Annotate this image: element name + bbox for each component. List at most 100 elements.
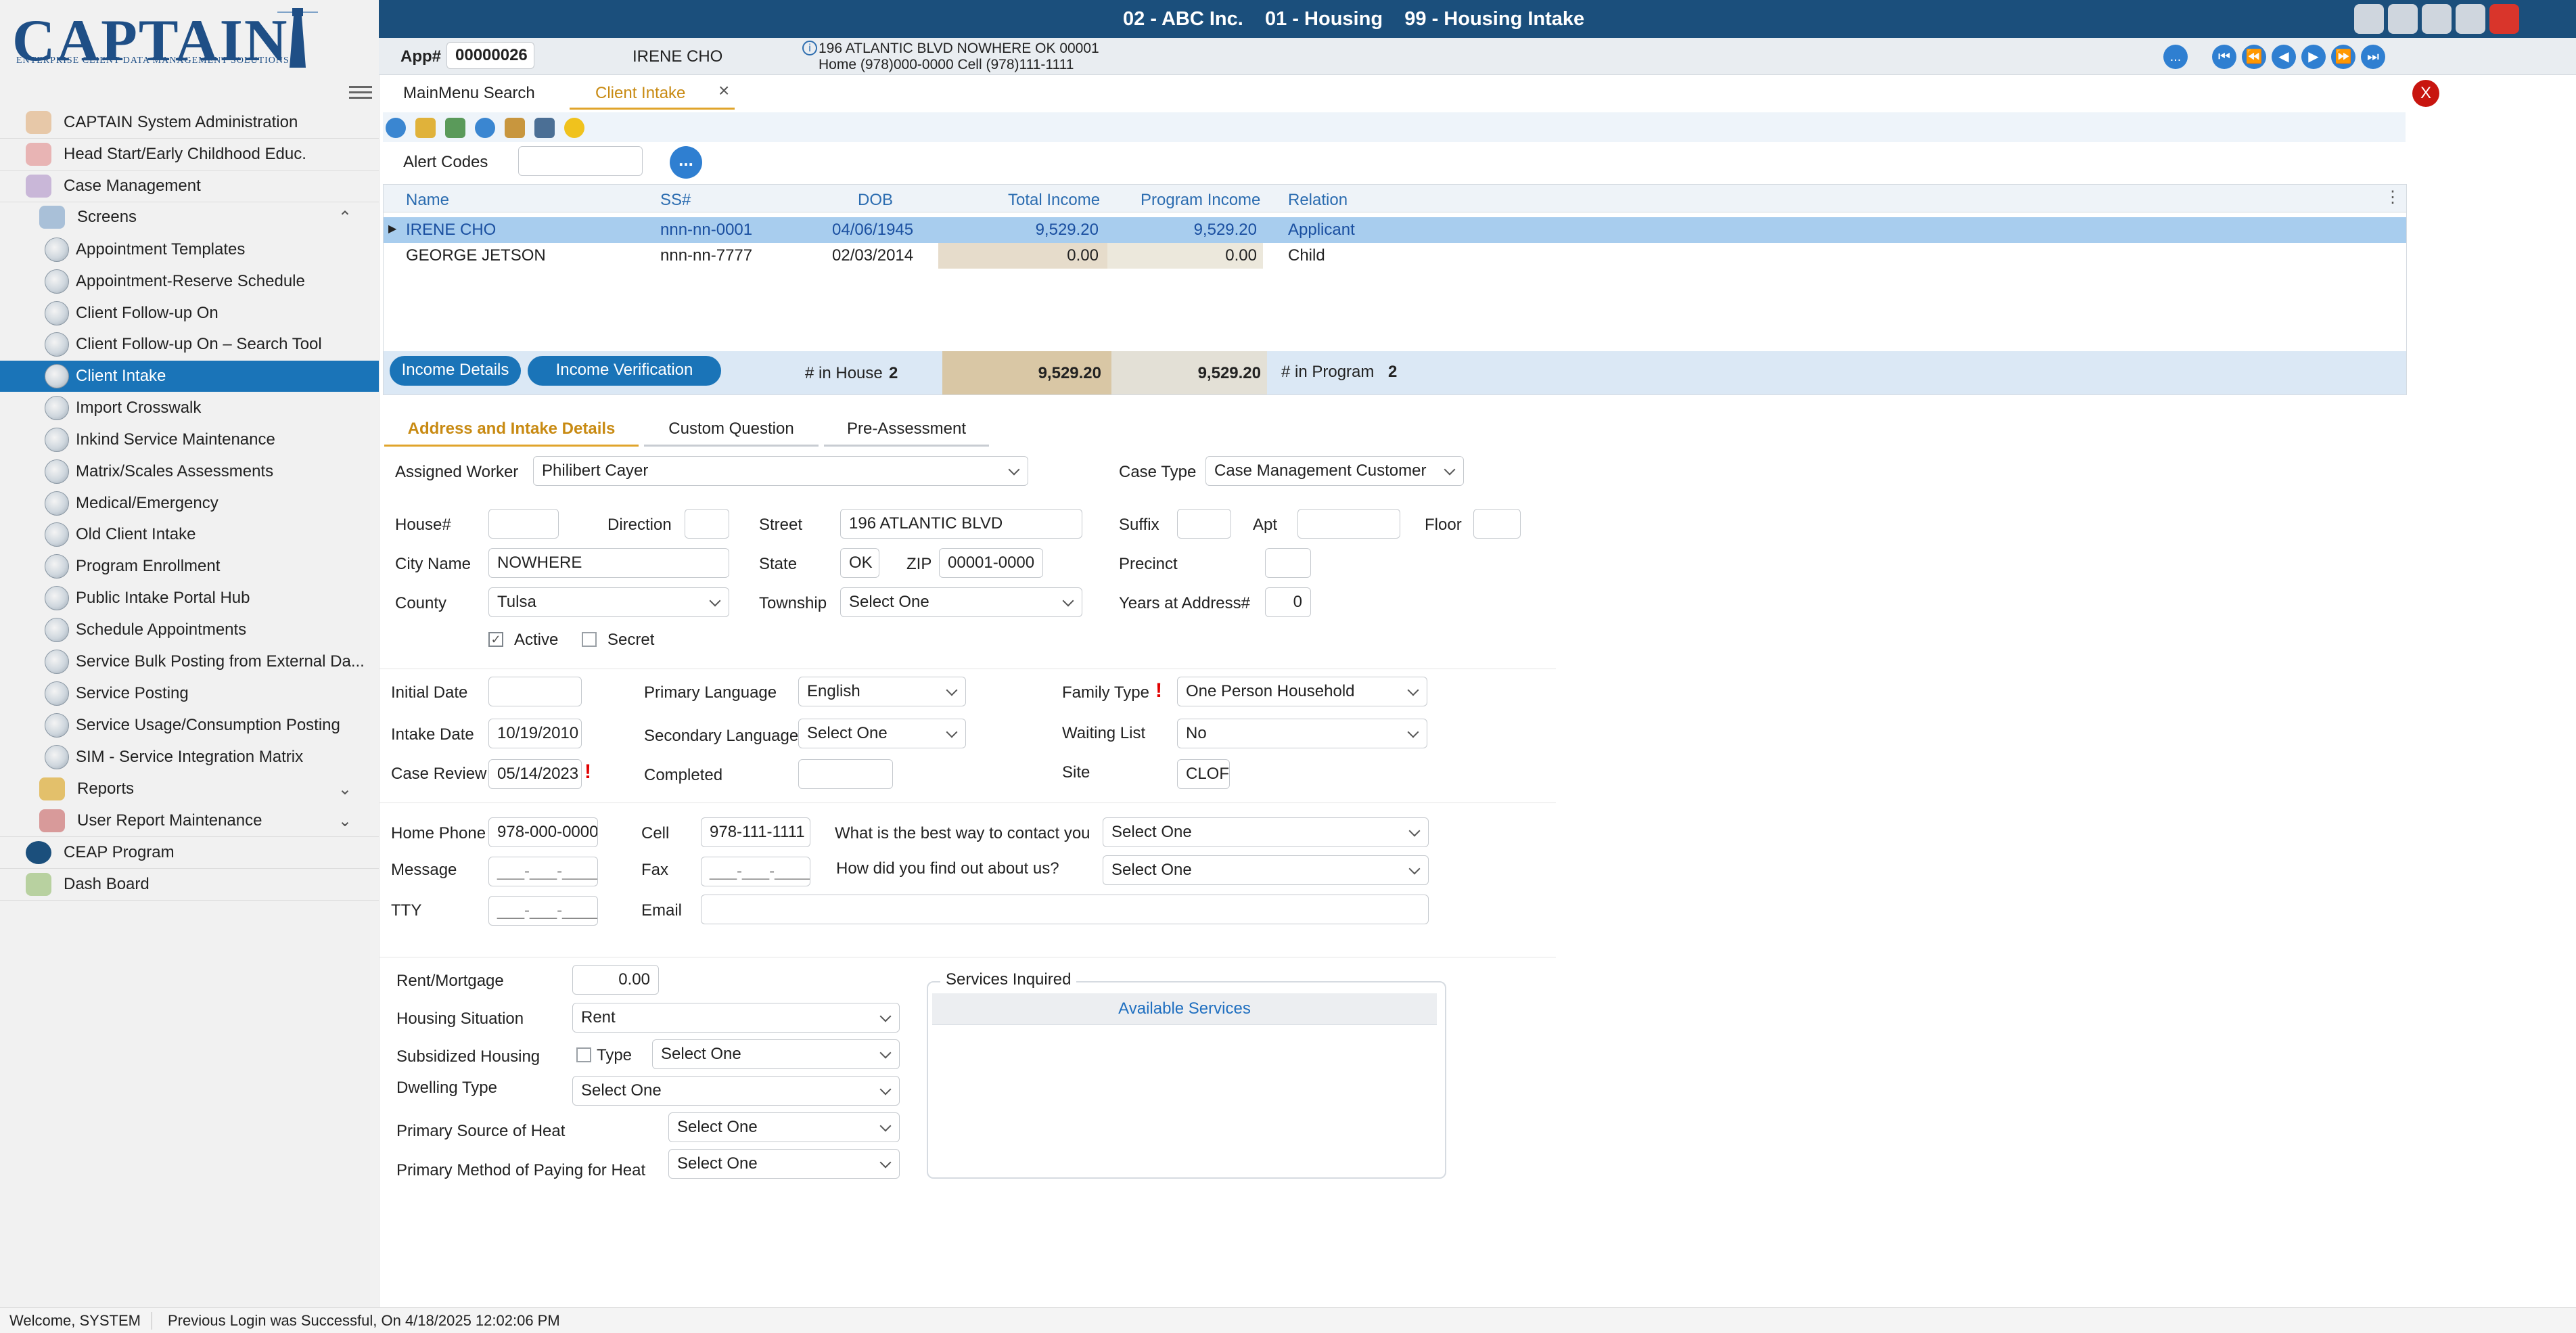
apt-field[interactable] <box>1297 509 1400 539</box>
cell-field[interactable]: 978-111-1111 <box>701 817 810 847</box>
help-icon[interactable] <box>564 118 584 138</box>
street-field[interactable]: 196 ATLANTIC BLVD <box>840 509 1082 539</box>
users-icon[interactable] <box>2456 4 2485 34</box>
grid-header-name[interactable]: Name <box>406 191 449 210</box>
initial-date-field[interactable] <box>488 677 582 706</box>
grid-header-dob[interactable]: DOB <box>858 191 893 210</box>
org-chart-icon[interactable] <box>2354 4 2384 34</box>
sidebar-item-inkind-service[interactable]: Inkind Service Maintenance <box>0 424 379 455</box>
sidebar-item-service-usage[interactable]: Service Usage/Consumption Posting <box>0 710 379 741</box>
chevron-down-icon[interactable]: ⌄ <box>338 811 352 831</box>
sidebar-item-appointment-templates[interactable]: Appointment Templates <box>0 234 379 265</box>
alert-codes-more-button[interactable]: ... <box>670 146 702 179</box>
intake-date-field[interactable]: 10/19/2010 <box>488 719 582 748</box>
direction-field[interactable] <box>685 509 729 539</box>
sidebar-item-head-start[interactable]: Head Start/Early Childhood Educ. <box>0 139 379 171</box>
tab-custom-question[interactable]: Custom Question <box>644 415 819 447</box>
sidebar-item-public-intake-portal[interactable]: Public Intake Portal Hub <box>0 583 379 614</box>
sidebar-item-client-follow-up-search[interactable]: Client Follow-up On – Search Tool <box>0 329 379 360</box>
sidebar-item-service-posting[interactable]: Service Posting <box>0 678 379 709</box>
house-number-field[interactable] <box>488 509 559 539</box>
hamburger-menu-icon[interactable] <box>349 83 372 100</box>
sidebar-item-system-admin[interactable]: CAPTAIN System Administration <box>0 107 379 139</box>
grid-header-total-income[interactable]: Total Income <box>1008 191 1100 210</box>
sidebar-item-import-crosswalk[interactable]: Import Crosswalk <box>0 392 379 424</box>
primary-language-select[interactable]: English <box>798 677 966 706</box>
tab-pre-assessment[interactable]: Pre-Assessment <box>824 415 989 447</box>
email-field[interactable] <box>701 895 1429 924</box>
best-contact-select[interactable]: Select One <box>1103 817 1429 847</box>
next-record-icon[interactable]: ▶ <box>2301 45 2326 69</box>
app-number-field[interactable]: 00000026 <box>446 42 534 69</box>
grid-header-ssn[interactable]: SS# <box>660 191 691 210</box>
years-at-address-field[interactable]: 0 <box>1265 587 1311 617</box>
more-options-button[interactable]: ... <box>2163 45 2188 69</box>
heat-source-select[interactable]: Select One <box>668 1112 900 1142</box>
find-out-select[interactable]: Select One <box>1103 855 1429 885</box>
last-record-icon[interactable]: ⏭ <box>2361 45 2385 69</box>
fast-forward-icon[interactable]: ⏩ <box>2331 45 2355 69</box>
alert-codes-field[interactable] <box>518 146 643 176</box>
power-icon[interactable] <box>2489 4 2519 34</box>
sidebar-item-service-bulk-posting[interactable]: Service Bulk Posting from External Da... <box>0 646 379 677</box>
sidebar-item-client-intake[interactable]: Client Intake <box>0 361 379 392</box>
secondary-language-select[interactable]: Select One <box>798 719 966 748</box>
tab-address-intake[interactable]: Address and Intake Details <box>384 415 639 447</box>
sidebar-item-reports[interactable]: Reports ⌄ <box>0 773 379 805</box>
image-icon[interactable] <box>445 118 465 138</box>
sidebar-item-user-report-maintenance[interactable]: User Report Maintenance ⌄ <box>0 805 379 837</box>
waiting-list-select[interactable]: No <box>1177 719 1427 748</box>
sidebar-item-matrix-scales[interactable]: Matrix/Scales Assessments <box>0 456 379 487</box>
sidebar-item-case-management[interactable]: Case Management <box>0 171 379 202</box>
subsidized-type-select[interactable]: Select One <box>652 1039 900 1069</box>
grid-header-program-income[interactable]: Program Income <box>1141 191 1260 210</box>
previous-record-icon[interactable]: ◀ <box>2272 45 2296 69</box>
info-icon[interactable]: i <box>802 41 817 55</box>
active-checkbox[interactable]: ✓ <box>488 632 503 647</box>
zip-field[interactable]: 00001-0000 <box>939 548 1043 578</box>
secret-checkbox[interactable] <box>582 632 597 647</box>
home-phone-field[interactable]: 978-000-0000 <box>488 817 598 847</box>
lock-icon[interactable] <box>2422 4 2452 34</box>
first-record-icon[interactable]: ⏮ <box>2212 45 2236 69</box>
sidebar-item-program-enrollment[interactable]: Program Enrollment <box>0 551 379 582</box>
grid-options-icon[interactable]: ⋮ <box>2385 187 2401 207</box>
sidebar-item-client-follow-up[interactable]: Client Follow-up On <box>0 298 379 329</box>
tab-mainmenu-search[interactable]: MainMenu Search <box>403 80 535 110</box>
completed-field[interactable] <box>798 759 893 789</box>
sidebar-item-dash-board[interactable]: Dash Board <box>0 869 379 901</box>
sidebar-item-sim[interactable]: SIM - Service Integration Matrix <box>0 742 379 773</box>
precinct-field[interactable] <box>1265 548 1311 578</box>
dwelling-type-select[interactable]: Select One <box>572 1076 900 1106</box>
tab-client-intake[interactable]: Client Intake <box>570 80 735 110</box>
grid-header-relation[interactable]: Relation <box>1288 191 1348 210</box>
assigned-worker-select[interactable]: Philibert Cayer <box>533 456 1028 486</box>
print-icon[interactable] <box>534 118 555 138</box>
available-services-header[interactable]: Available Services <box>932 993 1437 1025</box>
close-tab-icon[interactable]: × <box>718 80 729 101</box>
city-name-field[interactable]: NOWHERE <box>488 548 729 578</box>
chevron-up-icon[interactable]: ⌃ <box>338 208 352 227</box>
refresh-icon[interactable] <box>475 118 495 138</box>
chevron-down-icon[interactable]: ⌄ <box>338 780 352 799</box>
heat-payment-select[interactable]: Select One <box>668 1149 900 1179</box>
sidebar-item-medical-emergency[interactable]: Medical/Emergency <box>0 488 379 519</box>
subsidized-type-checkbox[interactable] <box>576 1047 591 1062</box>
add-icon[interactable] <box>386 118 406 138</box>
site-field[interactable]: CLOF <box>1177 759 1230 789</box>
township-select[interactable]: Select One <box>840 587 1082 617</box>
income-verification-button[interactable]: Income Verification <box>528 356 721 386</box>
tty-field[interactable]: ___-___-____ <box>488 896 598 926</box>
case-type-select[interactable]: Case Management Customer <box>1205 456 1464 486</box>
edit-icon[interactable] <box>415 118 436 138</box>
case-review-field[interactable]: 05/14/2023 <box>488 759 582 789</box>
sidebar-item-screens[interactable]: Screens ⌃ <box>0 202 379 233</box>
sidebar-item-schedule-appointments[interactable]: Schedule Appointments <box>0 614 379 646</box>
close-screen-button[interactable]: X <box>2412 80 2439 107</box>
suffix-field[interactable] <box>1177 509 1231 539</box>
rent-mortgage-field[interactable]: 0.00 <box>572 965 659 995</box>
family-type-select[interactable]: One Person Household <box>1177 677 1427 706</box>
state-field[interactable]: OK <box>840 548 879 578</box>
notes-icon[interactable] <box>505 118 525 138</box>
housing-situation-select[interactable]: Rent <box>572 1003 900 1033</box>
